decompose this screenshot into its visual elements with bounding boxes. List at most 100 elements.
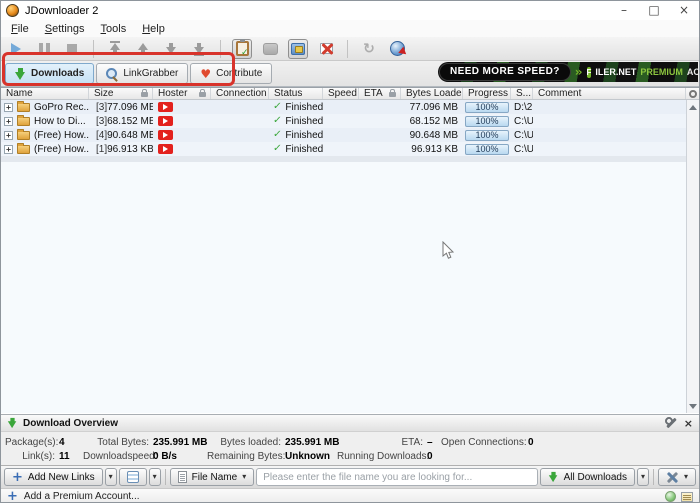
downloads-table-header: Name Size Hoster Connection Status Speed… xyxy=(1,87,699,100)
column-header-connection[interactable]: Connection xyxy=(211,88,269,99)
view-filter-button[interactable]: All Downloads xyxy=(539,468,635,486)
stat-label: Bytes loaded: xyxy=(220,437,281,448)
toolbar-separator xyxy=(93,39,94,58)
move-down-button[interactable] xyxy=(161,39,181,59)
view-filter-dropdown-button[interactable]: ▾ xyxy=(636,468,649,486)
move-up-icon xyxy=(137,41,150,56)
wrench-icon[interactable] xyxy=(665,417,677,429)
update-status-icon[interactable] xyxy=(665,491,676,502)
column-header-size[interactable]: Size xyxy=(89,88,153,99)
expand-package-button[interactable]: + xyxy=(4,144,13,154)
view-filter-label: All Downloads xyxy=(563,471,627,483)
maximize-button[interactable]: □ xyxy=(639,1,669,20)
expand-package-button[interactable]: + xyxy=(4,130,13,140)
close-button[interactable]: × xyxy=(669,1,699,20)
app-window: JDownloader 2 – □ × File Settings Tools … xyxy=(0,0,700,503)
tab-linkgrabber[interactable]: LinkGrabber xyxy=(96,63,189,84)
expand-package-button[interactable]: + xyxy=(4,116,13,126)
move-to-top-icon xyxy=(109,41,122,56)
column-settings-button[interactable] xyxy=(686,88,699,99)
reconnect-disabled-button[interactable]: ↻ xyxy=(359,39,379,59)
check-icon: ✓ xyxy=(272,129,283,140)
window-close-icon xyxy=(319,43,333,54)
banner-question: NEED MORE SPEED? xyxy=(439,63,571,81)
table-row[interactable]: + GoPro Rec... [3] 77.096 MB ✓ Finished 77… xyxy=(1,100,686,114)
premium-alert-button[interactable] xyxy=(260,39,280,59)
start-downloads-button[interactable] xyxy=(6,39,26,59)
quick-settings-button[interactable]: ▾ xyxy=(657,468,696,486)
magnifier-icon xyxy=(106,67,118,80)
menu-bar: File Settings Tools Help xyxy=(1,20,699,37)
bytes-loaded: 90.648 MB xyxy=(409,129,458,141)
menu-settings[interactable]: Settings xyxy=(37,21,93,37)
minimize-button[interactable]: – xyxy=(609,1,639,20)
add-premium-account-link[interactable]: Add a Premium Account... xyxy=(24,491,140,502)
column-header-progress[interactable]: Progress xyxy=(463,88,511,99)
progress-bar: 100% xyxy=(465,143,509,155)
log-list-icon[interactable] xyxy=(681,491,693,502)
stat-value: 4 xyxy=(59,437,65,448)
chevrons-icon: » xyxy=(574,65,583,79)
package-size: 96.913 KB xyxy=(107,143,153,155)
add-new-links-button[interactable]: + Add New Links xyxy=(4,468,103,486)
add-container-button[interactable] xyxy=(118,468,147,486)
package-size: 77.096 MB xyxy=(107,101,153,113)
move-to-top-button[interactable] xyxy=(105,39,125,59)
stat-value: 235.991 MB xyxy=(153,437,208,448)
stop-downloads-button[interactable] xyxy=(62,39,82,59)
menu-file[interactable]: File xyxy=(3,21,37,37)
column-header-status[interactable]: Status xyxy=(269,88,323,99)
status-bar: + Add a Premium Account... xyxy=(1,488,699,502)
column-header-name[interactable]: Name xyxy=(1,88,89,99)
progress-bar: 100% xyxy=(465,115,509,127)
table-row[interactable]: + How to Di... [3] 68.152 MB ✓ Finished 68… xyxy=(1,114,686,128)
vertical-scrollbar[interactable] xyxy=(686,100,699,413)
clipboard-observer-button[interactable] xyxy=(232,38,252,59)
close-windows-button[interactable] xyxy=(316,39,336,59)
jdownloader-logo-icon xyxy=(6,4,19,17)
scroll-down-button[interactable] xyxy=(687,400,699,412)
toolbar-separator xyxy=(220,39,221,58)
column-header-hoster[interactable]: Hoster xyxy=(153,88,211,99)
lock-icon xyxy=(389,89,396,97)
table-row[interactable]: + (Free) How... [4] 90.648 MB ✓ Finished 9… xyxy=(1,128,686,142)
download-arrow-icon xyxy=(15,67,26,80)
toolbar-separator xyxy=(652,469,654,485)
check-icon: ✓ xyxy=(272,115,283,126)
table-row[interactable]: + (Free) How... [1] 96.913 KB ✓ Finished 9… xyxy=(1,142,686,156)
tab-downloads[interactable]: Downloads xyxy=(5,63,95,84)
add-links-dropdown-button[interactable]: ▾ xyxy=(104,468,117,486)
move-up-button[interactable] xyxy=(133,39,153,59)
move-to-bottom-button[interactable] xyxy=(189,39,209,59)
downloads-table-body: + GoPro Rec... [3] 77.096 MB ✓ Finished 77… xyxy=(1,100,699,413)
add-container-dropdown-button[interactable]: ▾ xyxy=(148,468,161,486)
column-header-comment[interactable]: Comment xyxy=(533,88,686,99)
window-lock-button[interactable] xyxy=(288,38,308,59)
globe-icon xyxy=(389,41,405,56)
column-header-eta[interactable]: ETA xyxy=(359,88,401,99)
status-text: Finished xyxy=(285,143,323,155)
progress-bar: 100% xyxy=(465,101,509,113)
pause-downloads-button[interactable] xyxy=(34,39,54,59)
internet-reconnect-button[interactable] xyxy=(387,39,407,59)
status-text: Finished xyxy=(285,101,323,113)
scroll-up-button[interactable] xyxy=(687,101,699,113)
filename-search-input[interactable] xyxy=(256,468,538,486)
close-panel-icon[interactable]: × xyxy=(684,418,693,429)
column-header-bytes-loaded[interactable]: Bytes Loaded xyxy=(401,88,463,99)
window-title: JDownloader 2 xyxy=(25,4,99,17)
plus-icon: + xyxy=(12,469,23,485)
column-header-speed[interactable]: Speed xyxy=(323,88,359,99)
lock-icon xyxy=(199,89,206,97)
expand-package-button[interactable]: + xyxy=(4,102,13,112)
column-header-save-to[interactable]: S... xyxy=(511,88,533,99)
stat-value: 0 xyxy=(528,437,534,448)
link-count: [4] xyxy=(96,129,108,141)
premium-ad-banner[interactable]: NEED MORE SPEED? » F ILER.NET PREMIUM AC… xyxy=(438,62,698,82)
stat-value: 0 xyxy=(427,451,433,462)
chevron-down-icon: ▾ xyxy=(108,472,113,481)
menu-tools[interactable]: Tools xyxy=(93,21,135,37)
search-category-button[interactable]: File Name ▾ xyxy=(169,468,255,486)
menu-help[interactable]: Help xyxy=(134,21,173,37)
tab-contribute[interactable]: ♥ Contribute xyxy=(190,63,273,84)
